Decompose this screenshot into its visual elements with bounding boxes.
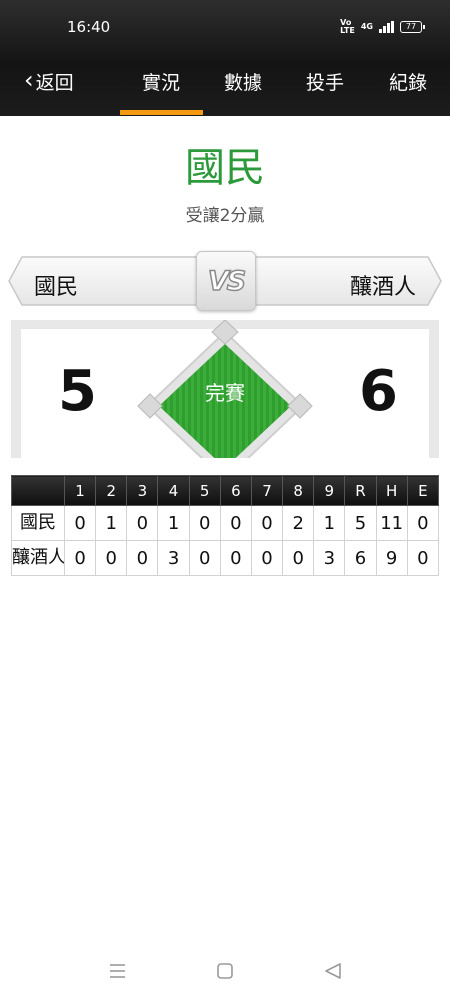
score-cell: 5: [344, 505, 377, 541]
linescore-header-row: 1 2 3 4 5 6 7 8 9 R H E: [11, 475, 440, 506]
header-cell: 9: [313, 475, 346, 506]
score-cell: 3: [157, 540, 190, 576]
chevron-left-icon: ‹: [24, 66, 34, 94]
header-cell: 2: [95, 475, 128, 506]
battery-icon: 77: [400, 21, 425, 33]
tab-live[interactable]: 實況: [142, 68, 180, 95]
linescore-table: 1 2 3 4 5 6 7 8 9 R H E 國民 0 1 0 1 0 0 0…: [11, 475, 440, 576]
game-status: 完賽: [205, 381, 245, 405]
score-cell: 0: [126, 540, 159, 576]
score-cell: 0: [282, 540, 315, 576]
score-cell: 3: [313, 540, 346, 576]
home-team-name: 國民: [34, 275, 79, 300]
active-tab-indicator: [120, 110, 203, 115]
app-header: 16:40 Vo LTE 4G 77 ‹ 返回 實況 數據 投手 紀錄: [0, 0, 450, 116]
score-cell: 2: [282, 505, 315, 541]
score-cell: 0: [219, 505, 252, 541]
header-cell: 6: [219, 475, 252, 506]
system-nav-icons: [110, 963, 341, 979]
score-cell: 0: [406, 540, 440, 576]
header-cell: 8: [282, 475, 315, 506]
score-cell: 0: [406, 505, 440, 541]
score-cell: 0: [219, 540, 252, 576]
system-nav-bar: [0, 955, 450, 990]
back-icon: [325, 963, 341, 979]
header-cell: 3: [126, 475, 159, 506]
header-cell: [11, 475, 65, 506]
signal-label: 4G: [360, 22, 373, 31]
menu-icon: [110, 964, 125, 978]
away-team-name: 釀酒人: [349, 275, 416, 300]
score-cell: 11: [375, 505, 408, 541]
tab-records[interactable]: 紀錄: [389, 68, 427, 95]
team-cell: 國民: [11, 505, 65, 541]
header-cell: 5: [188, 475, 221, 506]
back-button[interactable]: ‹ 返回: [24, 68, 74, 95]
matchup-bar: 國民 釀酒人 VS: [8, 251, 442, 311]
table-row: 釀酒人 0 0 0 3 0 0 0 0 3 6 9 0: [11, 540, 440, 576]
vs-badge: VS: [196, 251, 256, 311]
header-cell: E: [406, 475, 440, 506]
header-cell: 4: [157, 475, 190, 506]
away-score: 6: [359, 359, 398, 424]
score-cell: 0: [250, 505, 284, 541]
status-time: 16:40: [67, 18, 111, 36]
table-row: 國民 0 1 0 1 0 0 0 2 1 5 11 0: [11, 505, 440, 541]
score-cell: 0: [63, 540, 97, 576]
score-cell: 9: [375, 540, 408, 576]
score-cell: 0: [126, 505, 159, 541]
tab-pitchers[interactable]: 投手: [306, 68, 344, 95]
team-cell: 釀酒人: [11, 540, 65, 576]
header-cell: 1: [63, 475, 97, 506]
score-cell: 1: [313, 505, 346, 541]
winner-team: 國民: [185, 145, 265, 191]
score-cell: 0: [95, 540, 128, 576]
header-cell: H: [375, 475, 408, 506]
back-label: 返回: [35, 72, 74, 94]
signal-icon: [379, 21, 394, 33]
status-icons: Vo LTE 4G 77: [340, 18, 425, 35]
home-icon: [217, 963, 233, 979]
score-cell: 0: [188, 540, 221, 576]
score-cell: 0: [250, 540, 284, 576]
vs-text: VS: [207, 265, 247, 298]
home-score: 5: [58, 359, 97, 424]
nav-bar: ‹ 返回 實況 數據 投手 紀錄: [0, 60, 450, 104]
header-cell: R: [344, 475, 377, 506]
score-cell: 0: [63, 505, 97, 541]
tab-stats[interactable]: 數據: [224, 68, 262, 95]
score-cell: 1: [95, 505, 128, 541]
result-subtitle: 受讓2分贏: [185, 206, 265, 226]
score-cell: 1: [157, 505, 190, 541]
score-cell: 6: [344, 540, 377, 576]
volte-icon: Vo LTE: [340, 18, 355, 35]
score-cell: 0: [188, 505, 221, 541]
header-cell: 7: [250, 475, 284, 506]
